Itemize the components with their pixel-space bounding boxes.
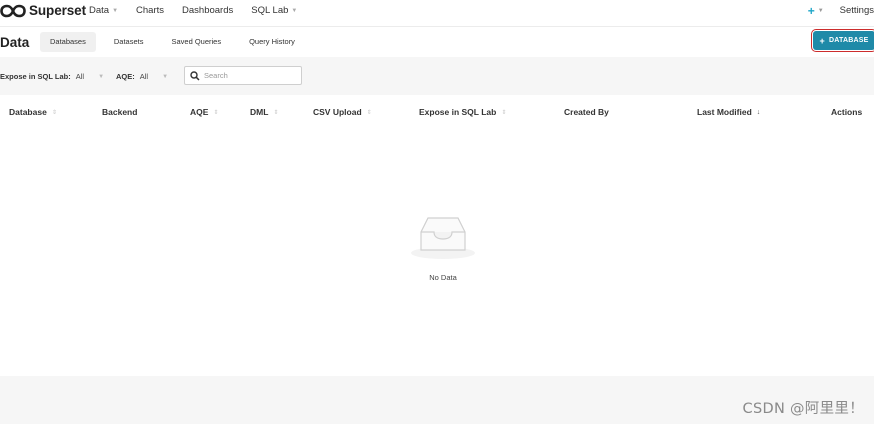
sort-desc-icon: ↓ [756, 108, 761, 116]
add-database-label: DATABASE [829, 37, 869, 44]
sort-icon: ⇕ [501, 109, 507, 116]
filter-aqe[interactable]: AQE: All ▼ [116, 72, 168, 81]
watermark: CSDN @阿里里！ [742, 401, 864, 417]
column-label: DML [250, 107, 269, 117]
brand-name: Superset [29, 3, 86, 18]
search-box [184, 66, 302, 85]
column-label: Database [9, 107, 47, 117]
plus-icon: + [819, 35, 825, 46]
filter-label: Expose in SQL Lab: [0, 72, 71, 81]
chevron-down-icon: ▼ [291, 7, 298, 14]
filter-label: AQE: [116, 72, 135, 81]
search-input[interactable] [204, 71, 294, 80]
filter-value: All [139, 72, 149, 81]
nav-item-charts[interactable]: Charts [136, 5, 164, 16]
tab-bar: Databases Datasets Saved Queries Query H… [40, 32, 313, 52]
chevron-down-icon: ▼ [817, 7, 824, 14]
column-header-csv-upload[interactable]: CSV Upload ⇕ [313, 107, 372, 117]
column-header-actions: Actions [831, 107, 862, 117]
plus-icon: + [807, 3, 815, 18]
empty-state-text: No Data [429, 273, 457, 282]
nav-item-data[interactable]: Data ▼ [89, 5, 118, 16]
sort-icon: ⇕ [366, 109, 372, 116]
nav-item-sql-lab[interactable]: SQL Lab ▼ [251, 5, 297, 16]
chevron-down-icon: ▼ [98, 73, 105, 80]
filter-value: All [75, 72, 85, 81]
sort-icon: ⇕ [51, 109, 57, 116]
column-label: Expose in SQL Lab [419, 107, 497, 117]
column-header-last-modified[interactable]: Last Modified ↓ [697, 107, 760, 117]
sort-icon: ⇕ [273, 109, 279, 116]
column-label: Created By [564, 107, 609, 117]
column-header-database[interactable]: Database ⇕ [9, 107, 57, 117]
column-header-backend: Backend [102, 107, 137, 117]
column-label: Last Modified [697, 107, 752, 117]
column-header-created-by: Created By [564, 107, 609, 117]
new-item-menu[interactable]: + ▼ [807, 3, 824, 18]
nav-item-dashboards[interactable]: Dashboards [182, 5, 233, 16]
chevron-down-icon: ▼ [162, 73, 169, 80]
column-label: Backend [102, 107, 138, 117]
subheader: Data Databases Datasets Saved Queries Qu… [0, 27, 874, 57]
nav-item-label: Data [89, 5, 110, 16]
top-navbar: Superset Data ▼ Charts Dashboards SQL La… [0, 0, 874, 24]
column-label: AQE [190, 107, 209, 117]
filter-expose-in-sql-lab[interactable]: Expose in SQL Lab: All ▼ [0, 72, 104, 81]
nav-item-label: Dashboards [182, 5, 234, 16]
sort-icon: ⇕ [213, 109, 219, 116]
column-header-aqe[interactable]: AQE ⇕ [190, 107, 218, 117]
tab-saved-queries[interactable]: Saved Queries [161, 32, 231, 52]
empty-state: No Data [405, 212, 481, 282]
column-header-expose-in-sql-lab[interactable]: Expose in SQL Lab ⇕ [419, 107, 506, 117]
table-header: Database ⇕ Backend AQE ⇕ DML ⇕ CSV Uploa… [0, 95, 874, 129]
nav-item-label: Charts [136, 5, 165, 16]
tab-datasets[interactable]: Datasets [104, 32, 154, 52]
add-database-button[interactable]: + DATABASE [811, 29, 874, 52]
chevron-down-icon: ▼ [112, 7, 119, 14]
tab-query-history[interactable]: Query History [239, 32, 305, 52]
filter-bar: Expose in SQL Lab: All ▼ AQE: All ▼ [0, 57, 874, 95]
settings-menu[interactable]: Settings [840, 5, 874, 16]
column-label: Actions [831, 107, 863, 117]
superset-logo[interactable]: Superset [0, 3, 86, 18]
superset-logo-icon [0, 4, 26, 17]
search-icon [190, 70, 200, 81]
column-header-dml[interactable]: DML ⇕ [250, 107, 278, 117]
column-label: CSV Upload [313, 107, 362, 117]
nav-item-label: SQL Lab [251, 5, 289, 16]
page-title: Data [0, 35, 30, 50]
empty-inbox-icon [411, 217, 475, 259]
tab-databases[interactable]: Databases [40, 32, 96, 52]
